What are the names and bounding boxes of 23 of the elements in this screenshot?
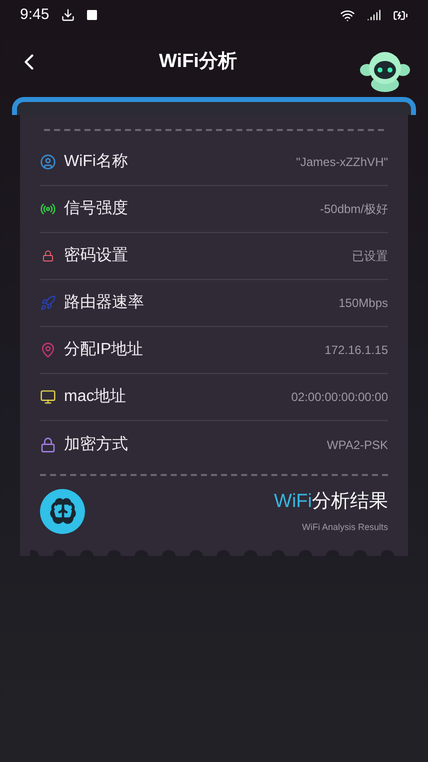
row-value: -50dbm/极好 — [320, 201, 388, 218]
signal-icon — [367, 8, 381, 22]
row-value: WPA2-PSK — [326, 436, 388, 454]
result-subtitle: WiFi Analysis Results — [302, 520, 388, 534]
row-label: 路由器速率 — [64, 292, 144, 313]
row-label: WiFi名称 — [64, 152, 128, 172]
app-notification-icon — [87, 10, 98, 20]
download-icon — [61, 8, 76, 22]
status-time: 9:45 — [20, 4, 50, 25]
result-title: WiFi分析结果 — [274, 490, 388, 514]
row-label: 密码设置 — [64, 246, 128, 266]
page-title: WiFi分析 — [159, 50, 237, 74]
row-label: 加密方式 — [64, 434, 128, 454]
row-label: 信号强度 — [64, 198, 128, 219]
wifi-icon — [340, 8, 355, 22]
row-value: 02:00:00:00:00:00 — [291, 389, 388, 406]
row-value: "James-xZZhVH" — [296, 154, 388, 171]
row-value: 150Mbps — [338, 295, 388, 312]
row-label: 分配IP地址 — [64, 340, 144, 360]
row-label: mac地址 — [64, 386, 126, 407]
row-value: 172.16.1.15 — [324, 342, 388, 359]
row-value: 已设置 — [352, 248, 388, 265]
brain-icon — [40, 488, 85, 534]
